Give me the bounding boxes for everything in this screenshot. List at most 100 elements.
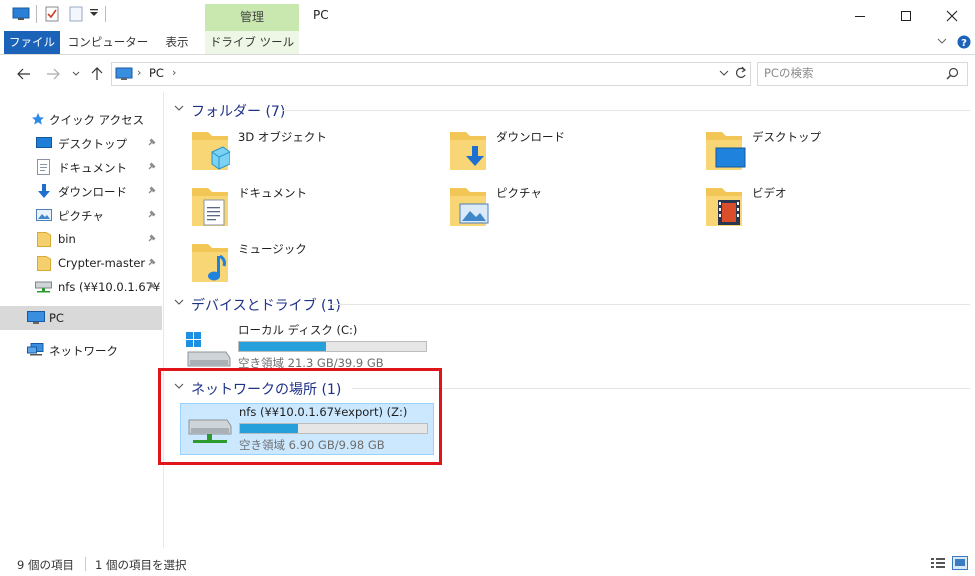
- sidebar-item-downloads[interactable]: ダウンロード: [0, 179, 162, 203]
- sidebar-item-label: PC: [49, 311, 64, 325]
- address-dropdown-icon[interactable]: [719, 70, 729, 77]
- drive-label: ローカル ディスク (C:): [238, 323, 358, 337]
- tab-drive-tools[interactable]: ドライブ ツール: [205, 31, 299, 54]
- folder-label: ビデオ: [752, 186, 787, 200]
- folder-label: ピクチャ: [496, 186, 542, 200]
- folder-downloads[interactable]: ダウンロード: [448, 128, 688, 180]
- folder-music[interactable]: ミュージック: [190, 240, 430, 292]
- videos-folder-icon: [704, 184, 746, 228]
- computer-icon[interactable]: [12, 7, 30, 21]
- pin-icon[interactable]: [147, 161, 157, 171]
- 3d-objects-folder-icon: [190, 128, 230, 172]
- sidebar-item-network[interactable]: ネットワーク: [0, 338, 162, 362]
- folder-desktop[interactable]: デスクトップ: [704, 128, 944, 180]
- search-icon[interactable]: [946, 67, 959, 80]
- help-icon[interactable]: ?: [957, 35, 971, 49]
- group-title: デバイスとドライブ (1): [191, 298, 341, 314]
- sidebar-item-label: ドキュメント: [58, 161, 127, 175]
- sidebar-item-label: nfs (¥¥10.0.1.67¥: [58, 280, 161, 294]
- maximize-button[interactable]: [883, 0, 929, 31]
- pin-icon[interactable]: [147, 137, 157, 147]
- item-count: 9 個の項目: [17, 558, 74, 572]
- folder-videos[interactable]: ビデオ: [704, 184, 944, 236]
- folder-label: 3D オブジェクト: [238, 130, 327, 144]
- folder-documents[interactable]: ドキュメント: [190, 184, 430, 236]
- pin-icon[interactable]: [147, 281, 157, 291]
- group-header-folders[interactable]: フォルダー (7): [172, 100, 970, 120]
- address-bar[interactable]: › PC ›: [111, 62, 751, 86]
- window-title: PC: [313, 8, 329, 22]
- details-view-icon[interactable]: [931, 557, 945, 569]
- sidebar-item-nfs[interactable]: nfs (¥¥10.0.1.67¥: [0, 275, 162, 299]
- sidebar-item-desktop[interactable]: デスクトップ: [0, 131, 162, 155]
- local-disk-icon: [186, 332, 232, 368]
- breadcrumb-pc[interactable]: PC: [149, 66, 164, 80]
- music-folder-icon: [190, 240, 230, 284]
- network-icon: [27, 343, 45, 357]
- desktop-folder-icon: [704, 128, 746, 172]
- sidebar-item-label: ネットワーク: [49, 344, 118, 358]
- recent-locations-button[interactable]: [66, 64, 86, 84]
- group-divider: [330, 304, 970, 305]
- properties-icon[interactable]: [45, 6, 59, 22]
- drive-usage-fill: [239, 342, 327, 351]
- tab-computer[interactable]: コンピューター: [66, 31, 150, 54]
- folder-label: ミュージック: [238, 242, 307, 256]
- status-bar: 9 個の項目 1 個の項目を選択: [0, 548, 975, 576]
- pin-icon[interactable]: [147, 185, 157, 195]
- sidebar-item-crypter-master[interactable]: Crypter-master: [0, 251, 162, 275]
- pc-icon: [27, 311, 45, 325]
- customize-qat-icon[interactable]: [89, 8, 99, 18]
- sidebar-item-label: デスクトップ: [58, 137, 127, 151]
- pin-icon[interactable]: [147, 257, 157, 267]
- minimize-button[interactable]: [837, 0, 883, 31]
- sidebar-item-label: クイック アクセス: [49, 113, 145, 127]
- title-bar: 管理 PC: [0, 0, 975, 31]
- back-button[interactable]: [14, 64, 34, 84]
- status-divider: [85, 557, 86, 571]
- expand-ribbon-icon[interactable]: [937, 37, 947, 45]
- qat-separator: [105, 6, 107, 22]
- folder-3d-objects[interactable]: 3D オブジェクト: [190, 128, 430, 180]
- forward-button[interactable]: [43, 64, 63, 84]
- navigation-bar: › PC ›: [0, 54, 975, 92]
- sidebar-item-bin[interactable]: bin: [0, 227, 162, 251]
- chevron-down-icon[interactable]: [174, 298, 184, 306]
- pin-icon[interactable]: [147, 209, 157, 219]
- group-header-devices[interactable]: デバイスとドライブ (1): [172, 294, 970, 314]
- folder-pictures[interactable]: ピクチャ: [448, 184, 688, 236]
- desktop-icon: [36, 137, 52, 149]
- search-box[interactable]: [757, 62, 968, 86]
- selection-count: 1 個の項目を選択: [95, 558, 187, 572]
- large-icons-view-icon[interactable]: [952, 556, 968, 570]
- sidebar-item-documents[interactable]: ドキュメント: [0, 155, 162, 179]
- sidebar-item-quick-access[interactable]: クイック アクセス: [0, 107, 162, 131]
- drive-local-c[interactable]: ローカル ディスク (C:) 空き領域 21.3 GB/39.9 GB: [180, 320, 434, 370]
- new-folder-icon[interactable]: [69, 6, 83, 22]
- close-button[interactable]: [929, 0, 975, 31]
- folder-label: ドキュメント: [238, 186, 307, 200]
- up-arrow-icon: [91, 67, 103, 80]
- pc-icon: [115, 67, 133, 81]
- highlight-annotation: [158, 368, 442, 465]
- refresh-icon[interactable]: [734, 66, 747, 80]
- chevron-down-icon[interactable]: [174, 104, 184, 112]
- pictures-folder-icon: [448, 184, 490, 228]
- breadcrumb-separator[interactable]: ›: [137, 66, 141, 79]
- close-icon: [946, 10, 958, 21]
- downloads-folder-icon: [448, 128, 488, 172]
- tab-view[interactable]: 表示: [155, 31, 199, 54]
- network-drive-icon: [35, 281, 52, 293]
- group-title: フォルダー (7): [191, 104, 286, 120]
- up-button[interactable]: [87, 64, 107, 84]
- svg-text:?: ?: [961, 38, 967, 49]
- tab-file[interactable]: ファイル: [4, 31, 60, 54]
- sidebar-item-pc[interactable]: PC: [0, 306, 162, 330]
- breadcrumb-separator[interactable]: ›: [172, 66, 176, 79]
- drive-usage-bar: [238, 341, 427, 352]
- pin-icon[interactable]: [147, 233, 157, 243]
- qat-separator: [36, 5, 38, 23]
- manage-context-tab[interactable]: 管理: [205, 4, 299, 31]
- search-input[interactable]: [764, 65, 934, 81]
- sidebar-item-pictures[interactable]: ピクチャ: [0, 203, 162, 227]
